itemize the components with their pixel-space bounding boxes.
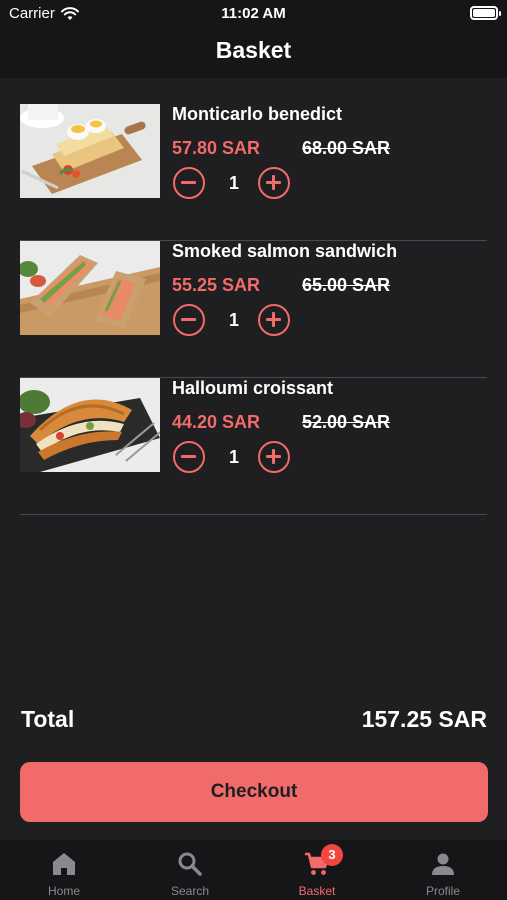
quantity-value: 1 bbox=[228, 173, 239, 193]
quantity-stepper: 1 bbox=[172, 166, 292, 200]
item-old-price: 68.00 SAR bbox=[302, 138, 391, 158]
basket-screen: Carrier 11:02 AM Basket Monticarlo bened… bbox=[0, 0, 507, 900]
item-price: 55.25 SAR bbox=[172, 275, 261, 295]
decrease-quantity-button[interactable] bbox=[173, 441, 205, 473]
status-bar: Carrier 11:02 AM bbox=[0, 0, 507, 28]
minus-icon bbox=[181, 318, 196, 321]
tab-home[interactable]: Home bbox=[1, 840, 127, 900]
cart-count-badge: 3 bbox=[321, 844, 343, 866]
total-value: 157.25 SAR bbox=[361, 706, 487, 732]
basket-item: Monticarlo benedict 57.80 SAR 68.00 SAR … bbox=[20, 104, 487, 241]
plus-icon bbox=[272, 175, 275, 190]
item-price: 44.20 SAR bbox=[172, 412, 261, 432]
tab-label: Profile bbox=[425, 884, 460, 898]
increase-quantity-button[interactable] bbox=[258, 304, 290, 336]
tab-search[interactable]: Search bbox=[127, 840, 253, 900]
item-name: Halloumi croissant bbox=[172, 378, 334, 398]
person-icon bbox=[432, 853, 454, 875]
tab-bar: Home Search 3 Basket Profile bbox=[0, 840, 507, 900]
minus-icon bbox=[181, 181, 196, 184]
tab-label: Search bbox=[170, 884, 210, 898]
plus-icon bbox=[272, 449, 275, 464]
top-bar: Carrier 11:02 AM Basket bbox=[0, 0, 507, 78]
checkout-button[interactable]: Checkout bbox=[20, 762, 488, 822]
monticarlo-benedict-photo bbox=[20, 104, 160, 198]
plus-icon bbox=[272, 312, 275, 327]
status-time: 11:02 AM bbox=[221, 5, 286, 22]
halloumi-croissant-photo bbox=[20, 378, 160, 472]
basket-item: Smoked salmon sandwich 55.25 SAR 65.00 S… bbox=[20, 241, 487, 378]
item-old-price: 65.00 SAR bbox=[302, 275, 391, 295]
tab-profile[interactable]: Profile bbox=[380, 840, 506, 900]
decrease-quantity-button[interactable] bbox=[173, 304, 205, 336]
battery-icon bbox=[470, 6, 501, 20]
basket-item: Halloumi croissant 44.20 SAR 52.00 SAR 1 bbox=[20, 378, 487, 515]
tab-label: Home bbox=[47, 884, 80, 898]
smoked-salmon-sandwich-photo bbox=[20, 241, 160, 335]
quantity-value: 1 bbox=[228, 447, 239, 467]
increase-quantity-button[interactable] bbox=[258, 441, 290, 473]
quantity-stepper: 1 bbox=[172, 440, 292, 474]
page-title: Basket bbox=[215, 37, 292, 63]
item-old-price: 52.00 SAR bbox=[302, 412, 391, 432]
quantity-stepper: 1 bbox=[172, 303, 292, 337]
minus-icon bbox=[181, 455, 196, 458]
home-icon bbox=[53, 853, 75, 875]
tab-label: Basket bbox=[298, 884, 336, 898]
total-label: Total bbox=[21, 706, 75, 732]
tab-basket[interactable]: 3 Basket bbox=[254, 840, 380, 900]
search-icon bbox=[178, 852, 202, 876]
decrease-quantity-button[interactable] bbox=[173, 167, 205, 199]
item-price: 57.80 SAR bbox=[172, 138, 261, 158]
increase-quantity-button[interactable] bbox=[258, 167, 290, 199]
item-name: Monticarlo benedict bbox=[172, 104, 343, 124]
item-name: Smoked salmon sandwich bbox=[172, 241, 398, 261]
quantity-value: 1 bbox=[228, 310, 239, 330]
